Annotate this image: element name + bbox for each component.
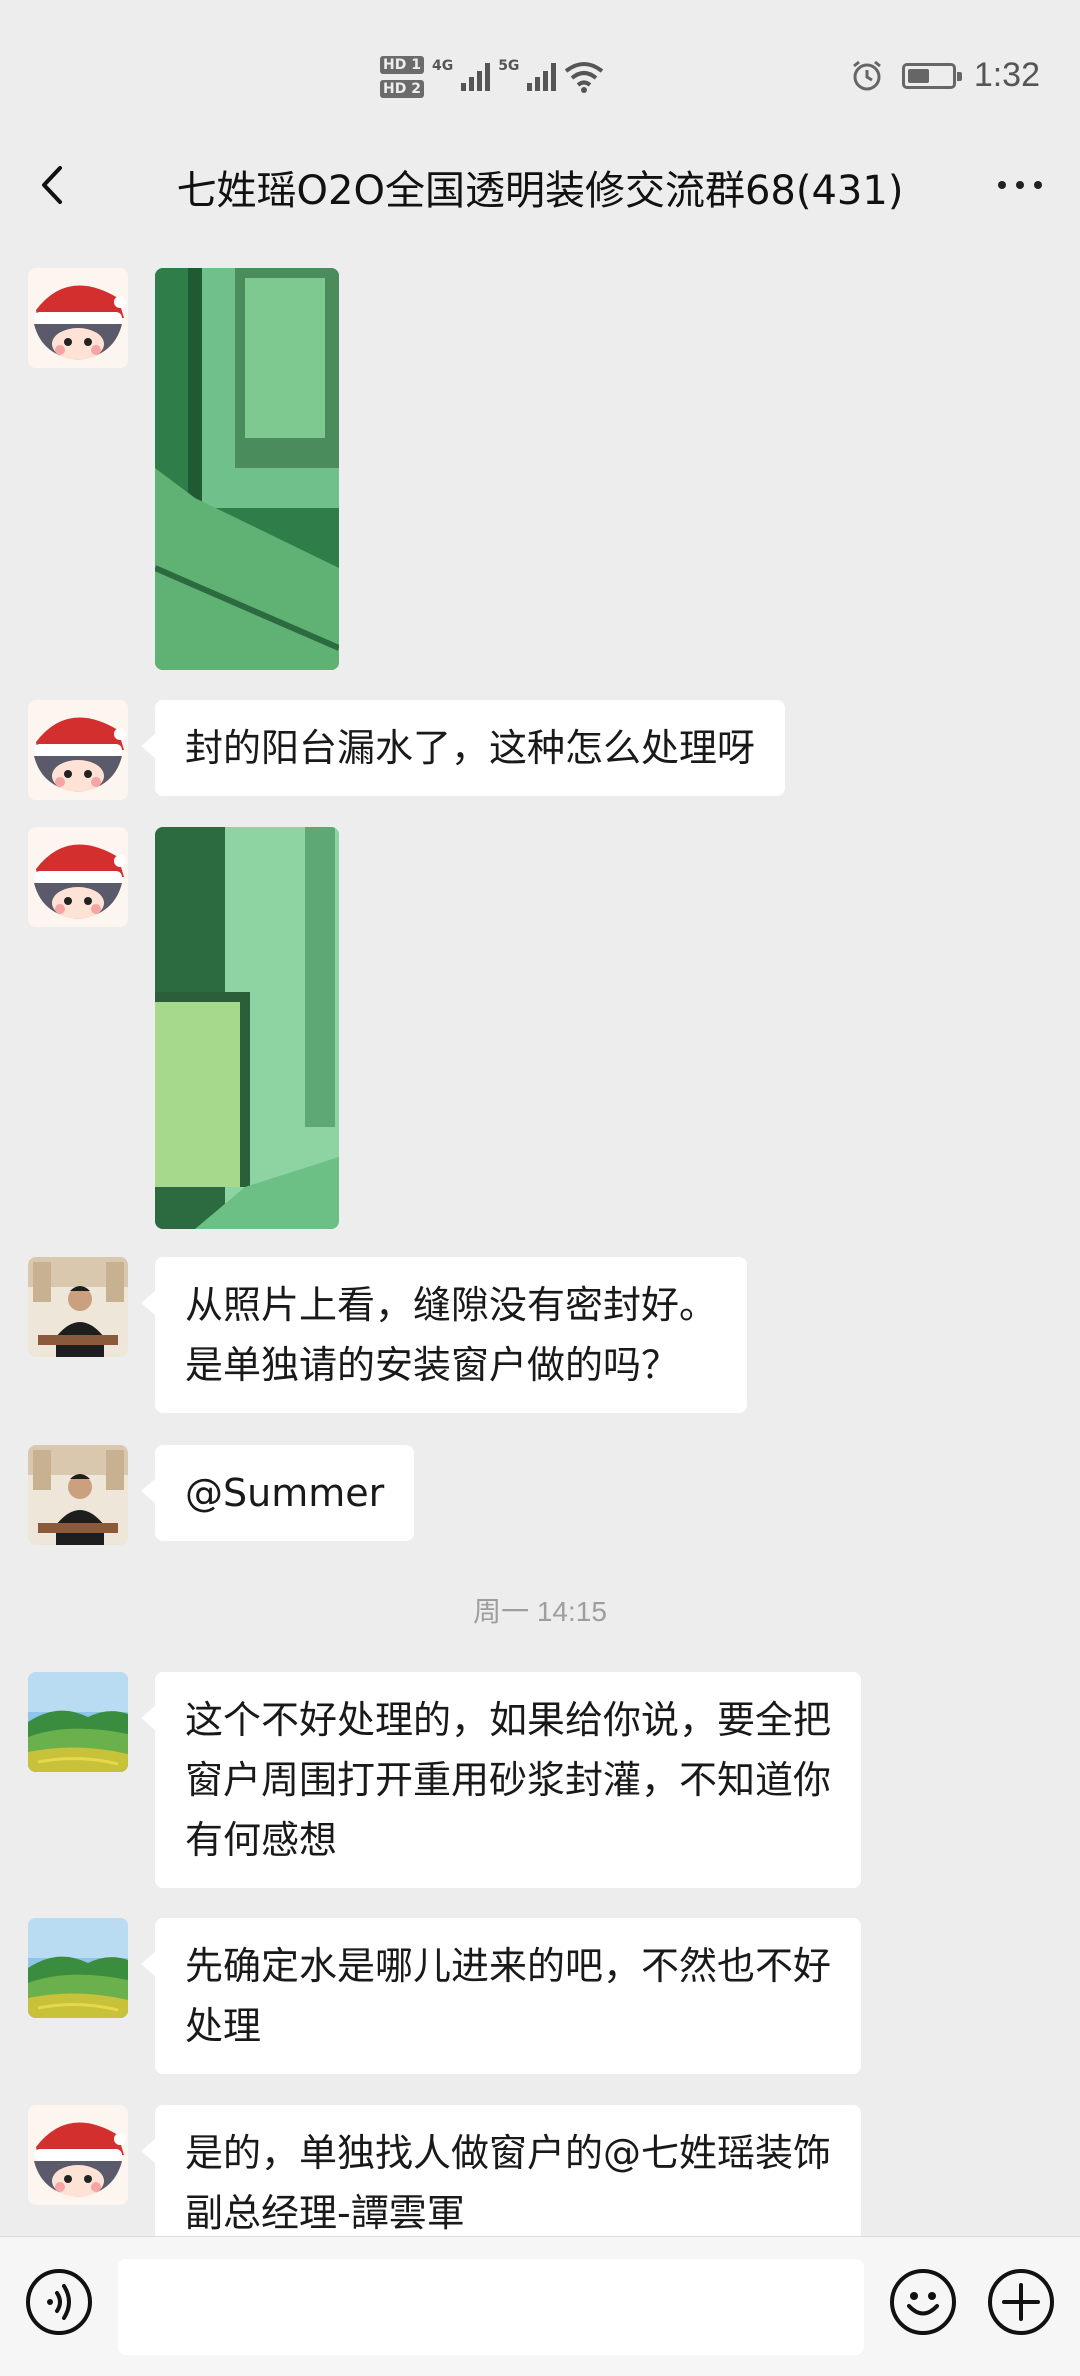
message-text: 封的阳台漏水了，这种怎么处理呀 bbox=[185, 726, 756, 770]
avatar[interactable] bbox=[28, 700, 128, 800]
signal-indicators: HD 1 HD 2 4G 5G bbox=[380, 52, 604, 102]
battery-icon bbox=[901, 62, 962, 89]
message-text-line: 处理 bbox=[185, 2004, 262, 2048]
hd1-badge: HD 1 bbox=[380, 56, 424, 74]
landscape-avatar-icon bbox=[28, 1672, 128, 1772]
message-bubble[interactable]: 从照片上看，缝隙没有密封好。 是单独请的安装窗户做的吗？ bbox=[140, 1257, 748, 1413]
message-text-line: 是单独请的安装窗户做的吗？ bbox=[185, 1343, 680, 1387]
network-type-2: 5G bbox=[498, 58, 520, 74]
person-avatar-icon bbox=[28, 1257, 128, 1357]
message-text-line: 有何感想 bbox=[185, 1818, 338, 1862]
avatar[interactable] bbox=[28, 2105, 128, 2205]
status-right: 1:32 bbox=[850, 56, 1040, 95]
message-text-line: 从照片上看，缝隙没有密封好。 bbox=[185, 1283, 718, 1327]
emoji-icon[interactable] bbox=[890, 2269, 956, 2335]
signal-icon bbox=[527, 63, 557, 91]
santa-avatar-icon bbox=[28, 827, 128, 927]
message-text-line: 先确定水是哪儿进来的吧，不然也不好 bbox=[185, 1944, 832, 1988]
message-bubble[interactable]: 先确定水是哪儿进来的吧，不然也不好 处理 bbox=[140, 1918, 862, 2074]
message-text-line: 是的，单独找人做窗户的@七姓瑶装饰 bbox=[185, 2131, 832, 2175]
message-text-line: 副总经理-譚雲軍 bbox=[185, 2191, 465, 2235]
avatar[interactable] bbox=[28, 1257, 128, 1357]
input-bar bbox=[0, 2236, 1080, 2376]
signal-icon bbox=[461, 63, 491, 91]
message-bubble[interactable]: 这个不好处理的，如果给你说，要全把 窗户周围打开重用砂浆封灌，不知道你 有何感想 bbox=[140, 1672, 862, 1888]
voice-icon[interactable] bbox=[26, 2269, 92, 2335]
clock: 1:32 bbox=[973, 56, 1040, 94]
avatar[interactable] bbox=[28, 1445, 128, 1545]
green-window-corner-photo[interactable] bbox=[155, 827, 339, 1229]
santa-avatar-icon bbox=[28, 700, 128, 800]
message-text-line: 这个不好处理的，如果给你说，要全把 bbox=[185, 1698, 832, 1742]
avatar[interactable] bbox=[28, 1672, 128, 1772]
hd2-badge: HD 2 bbox=[380, 80, 424, 98]
chat-title: 七姓瑶O2O全国透明装修交流群68(431) bbox=[176, 168, 904, 214]
network-type-1: 4G bbox=[431, 58, 454, 74]
green-balcony-window-photo[interactable] bbox=[155, 268, 339, 670]
santa-avatar-icon bbox=[28, 2105, 128, 2205]
wifi-icon bbox=[565, 62, 604, 93]
status-bar: HD 1 HD 2 4G 5G 1:32 bbox=[0, 0, 1080, 150]
battery-level bbox=[907, 68, 929, 83]
alarm-icon bbox=[852, 60, 881, 90]
santa-avatar-icon bbox=[28, 268, 128, 368]
avatar[interactable] bbox=[28, 1918, 128, 2018]
chat-header: 七姓瑶O2O全国透明装修交流群68(431) bbox=[0, 150, 1080, 220]
message-text: @Summer bbox=[185, 1471, 385, 1515]
chevron-left-icon[interactable] bbox=[30, 160, 80, 210]
more-dots-icon[interactable] bbox=[990, 160, 1050, 210]
person-avatar-icon bbox=[28, 1445, 128, 1545]
message-bubble[interactable]: 封的阳台漏水了，这种怎么处理呀 bbox=[140, 700, 786, 796]
avatar[interactable] bbox=[28, 268, 128, 368]
message-input[interactable] bbox=[118, 2259, 864, 2355]
landscape-avatar-icon bbox=[28, 1918, 128, 2018]
message-bubble[interactable]: @Summer bbox=[140, 1445, 415, 1541]
plus-icon[interactable] bbox=[988, 2269, 1054, 2335]
message-text-line: 窗户周围打开重用砂浆封灌，不知道你 bbox=[185, 1758, 832, 1802]
timestamp: 周一 14:15 bbox=[473, 1596, 607, 1627]
avatar[interactable] bbox=[28, 827, 128, 927]
